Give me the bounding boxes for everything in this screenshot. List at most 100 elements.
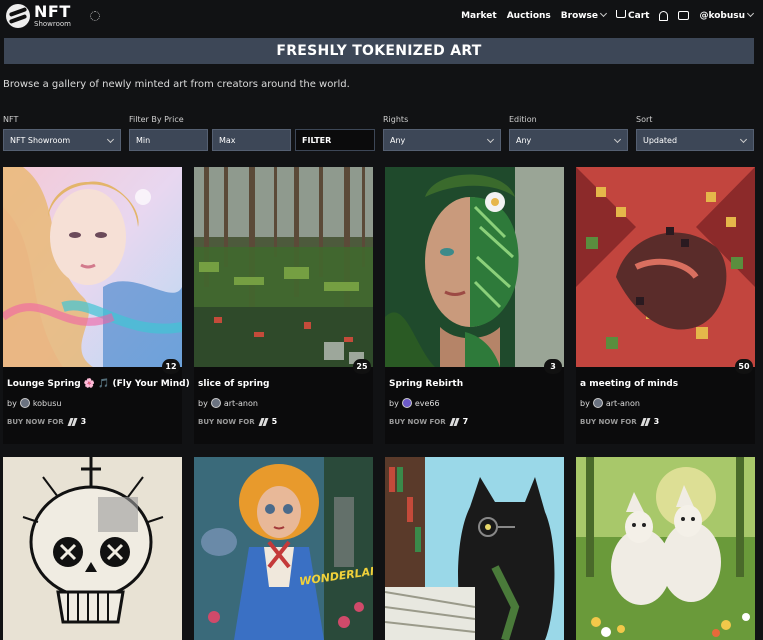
logo-title: NFT — [34, 2, 71, 21]
buy-now-label: BUY NOW FOR — [389, 417, 446, 426]
creator-line: by art-anon — [198, 398, 258, 408]
nft-select[interactable]: NFT Showroom — [3, 129, 121, 151]
creator-name[interactable]: art-anon — [606, 399, 640, 408]
nft-artwork-image[interactable] — [576, 457, 755, 640]
max-price-placeholder: Max — [219, 136, 236, 145]
buy-now-line[interactable]: BUY NOW FOR 7 — [389, 417, 468, 426]
creator-line: by eve66 — [389, 398, 440, 408]
nft-card[interactable]: 3 Spring Rebirth by eve66 BUY NOW FOR 7 — [385, 167, 564, 444]
by-label: by — [389, 398, 399, 408]
creator-name[interactable]: art-anon — [224, 399, 258, 408]
hive-token-icon — [450, 418, 459, 426]
edition-count-badge: 50 — [735, 359, 753, 374]
edition-select-value: Any — [516, 136, 532, 145]
buy-now-line[interactable]: BUY NOW FOR 3 — [7, 417, 86, 426]
nav-cart[interactable]: Cart — [616, 10, 649, 21]
site-logo[interactable]: NFT Showroom — [6, 4, 71, 28]
creator-name[interactable]: kobusu — [33, 399, 62, 408]
nft-card[interactable]: WONDERLAND — [194, 457, 373, 640]
buy-now-label: BUY NOW FOR — [580, 417, 637, 426]
messages-chat-icon[interactable] — [678, 11, 690, 20]
notifications-bell-icon[interactable] — [659, 10, 669, 21]
nav-market[interactable]: Market — [461, 11, 497, 21]
user-menu[interactable]: @kobusu — [699, 9, 755, 21]
min-price-input[interactable]: Min — [129, 129, 208, 151]
creator-name[interactable]: eve66 — [415, 399, 440, 408]
hive-token-icon — [641, 418, 650, 426]
nft-artwork-image[interactable] — [576, 167, 755, 367]
buy-now-label: BUY NOW FOR — [198, 417, 255, 426]
nav-auctions[interactable]: Auctions — [507, 11, 551, 21]
nft-artwork-image[interactable] — [385, 167, 564, 367]
edition-count-badge: 12 — [162, 359, 180, 374]
nft-artwork-image[interactable] — [194, 167, 373, 367]
creator-line: by art-anon — [580, 398, 640, 408]
max-price-input[interactable]: Max — [212, 129, 291, 151]
creator-avatar — [210, 398, 221, 408]
edition-count-badge: 25 — [353, 359, 371, 374]
main-nav: Market Auctions Browse Cart @kobusu — [461, 9, 755, 21]
nav-browse[interactable]: Browse — [560, 9, 608, 21]
creator-line: by kobusu — [7, 398, 61, 408]
filter-button-label: FILTER — [302, 136, 332, 145]
nft-select-value: NFT Showroom — [10, 136, 71, 145]
rights-select[interactable]: Any — [383, 129, 501, 151]
chevron-down-icon — [106, 135, 115, 144]
chevron-down-icon — [599, 9, 608, 17]
top-navigation-bar: NFT Showroom Market Auctions Browse Cart… — [0, 0, 763, 36]
min-price-placeholder: Min — [136, 136, 151, 145]
nft-card[interactable]: 25 slice of spring by art-anon BUY NOW F… — [194, 167, 373, 444]
by-label: by — [198, 398, 208, 408]
nft-artwork-image[interactable] — [385, 457, 564, 640]
rights-filter-label: Rights — [383, 115, 409, 124]
logo-mark-icon — [6, 4, 30, 28]
nav-cart-label: Cart — [628, 11, 650, 21]
card-title[interactable]: Spring Rebirth — [389, 379, 463, 389]
hive-token-icon — [68, 418, 77, 426]
chevron-down-icon — [739, 135, 748, 144]
filter-bar: NFT NFT Showroom Filter By Price Min Max… — [0, 115, 763, 155]
logo-text: NFT Showroom — [34, 4, 71, 28]
page-subtitle: Browse a gallery of newly minted art fro… — [3, 79, 350, 90]
by-label: by — [580, 398, 590, 408]
nft-card[interactable] — [3, 457, 182, 640]
sort-select[interactable]: Updated — [636, 129, 754, 151]
page-title-banner: FRESHLY TOKENIZED ART — [4, 38, 754, 64]
creator-avatar — [401, 398, 412, 408]
chevron-down-icon — [613, 135, 622, 144]
nft-artwork-image[interactable]: WONDERLAND — [194, 457, 373, 640]
price-value: 5 — [271, 417, 278, 426]
chevron-down-icon — [486, 135, 495, 144]
edition-select[interactable]: Any — [509, 129, 628, 151]
buy-now-line[interactable]: BUY NOW FOR 5 — [198, 417, 277, 426]
logo-subtitle: Showroom — [34, 20, 71, 28]
hive-token-icon — [259, 418, 268, 426]
sort-select-value: Updated — [643, 136, 678, 145]
nft-artwork-image[interactable] — [3, 457, 182, 640]
nft-card[interactable] — [385, 457, 564, 640]
settings-gear-icon[interactable] — [90, 11, 100, 21]
user-handle: @kobusu — [699, 10, 745, 21]
nft-card[interactable]: 50 a meeting of minds by art-anon BUY NO… — [576, 167, 755, 444]
price-value: 3 — [80, 417, 87, 426]
price-filter-label: Filter By Price — [129, 115, 184, 124]
card-title[interactable]: Lounge Spring 🌸 🎵 (Fly Your Mind) — [7, 379, 190, 389]
creator-avatar — [19, 398, 30, 408]
nft-card[interactable] — [576, 457, 755, 640]
cart-icon — [616, 10, 627, 18]
price-value: 3 — [653, 417, 660, 426]
edition-count-badge: 3 — [544, 359, 562, 374]
chevron-down-icon — [746, 9, 755, 17]
rights-select-value: Any — [390, 136, 406, 145]
price-value: 7 — [462, 417, 469, 426]
nav-browse-label: Browse — [560, 10, 599, 21]
buy-now-line[interactable]: BUY NOW FOR 3 — [580, 417, 659, 426]
edition-filter-label: Edition — [509, 115, 537, 124]
nft-filter-label: NFT — [3, 115, 19, 124]
card-title[interactable]: a meeting of minds — [580, 379, 678, 389]
sort-filter-label: Sort — [636, 115, 653, 124]
card-title[interactable]: slice of spring — [198, 379, 270, 389]
nft-artwork-image[interactable] — [3, 167, 182, 367]
nft-card[interactable]: 12 Lounge Spring 🌸 🎵 (Fly Your Mind) by … — [3, 167, 190, 444]
filter-button[interactable]: FILTER — [295, 129, 375, 151]
